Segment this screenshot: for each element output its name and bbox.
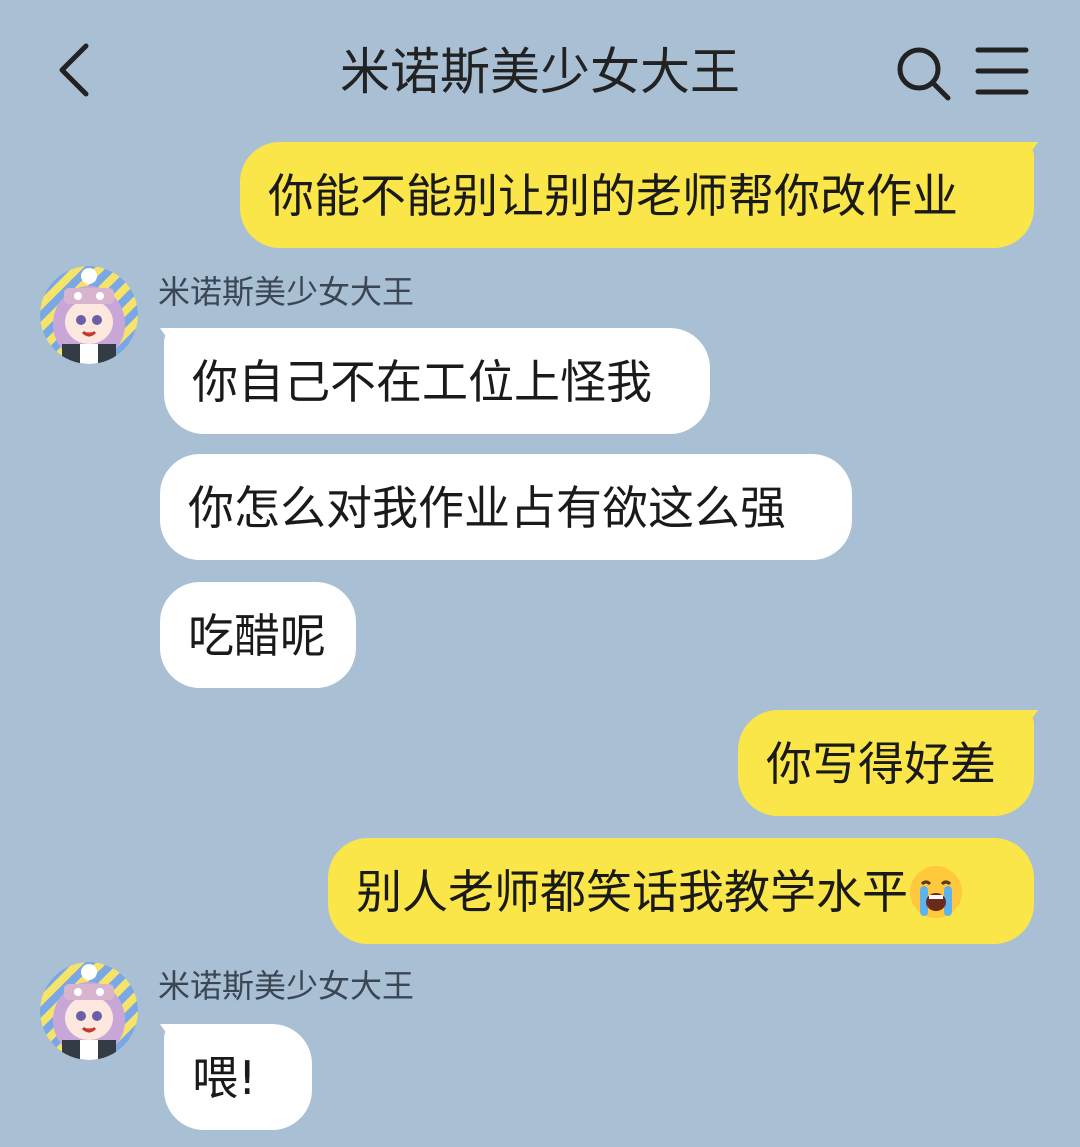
bubble-tail xyxy=(160,1024,188,1050)
bubble-tail xyxy=(160,328,188,354)
message-bubble-outgoing[interactable]: 你写得好差 xyxy=(738,710,1034,816)
message-bubble-incoming[interactable]: 你怎么对我作业占有欲这么强 xyxy=(160,454,852,560)
message-bubble-outgoing[interactable]: 你能不能别让别的老师帮你改作业 xyxy=(240,142,1034,248)
message-bubble-incoming[interactable]: 吃醋呢 xyxy=(160,582,356,688)
sender-name: 米诺斯美少女大王 xyxy=(158,967,415,1005)
message-text: 吃醋呢 xyxy=(188,609,326,663)
message-text: 你能不能别让别的老师帮你改作业 xyxy=(268,169,958,223)
search-icon[interactable] xyxy=(894,44,952,102)
sender-name: 米诺斯美少女大王 xyxy=(158,273,415,311)
message-bubble-incoming[interactable]: 你自己不在工位上怪我 xyxy=(164,328,710,434)
message-text: 别人老师都笑话我教学水平 xyxy=(356,865,908,919)
menu-icon[interactable] xyxy=(974,44,1030,98)
bubble-tail xyxy=(1010,710,1038,736)
message-text: 你写得好差 xyxy=(766,737,996,791)
bubble-tail xyxy=(1010,142,1038,168)
avatar[interactable] xyxy=(40,962,138,1060)
message-text: 喂! xyxy=(192,1051,257,1105)
avatar-image xyxy=(40,962,138,1060)
chat-header: 米诺斯美少女大王 xyxy=(0,0,1080,140)
loudly-crying-face-icon xyxy=(910,866,962,918)
message-bubble-outgoing[interactable]: 别人老师都笑话我教学水平 xyxy=(328,838,1034,944)
message-text: 你怎么对我作业占有欲这么强 xyxy=(188,481,786,535)
avatar-image xyxy=(40,266,138,364)
avatar[interactable] xyxy=(40,266,138,364)
message-text: 你自己不在工位上怪我 xyxy=(192,355,652,409)
